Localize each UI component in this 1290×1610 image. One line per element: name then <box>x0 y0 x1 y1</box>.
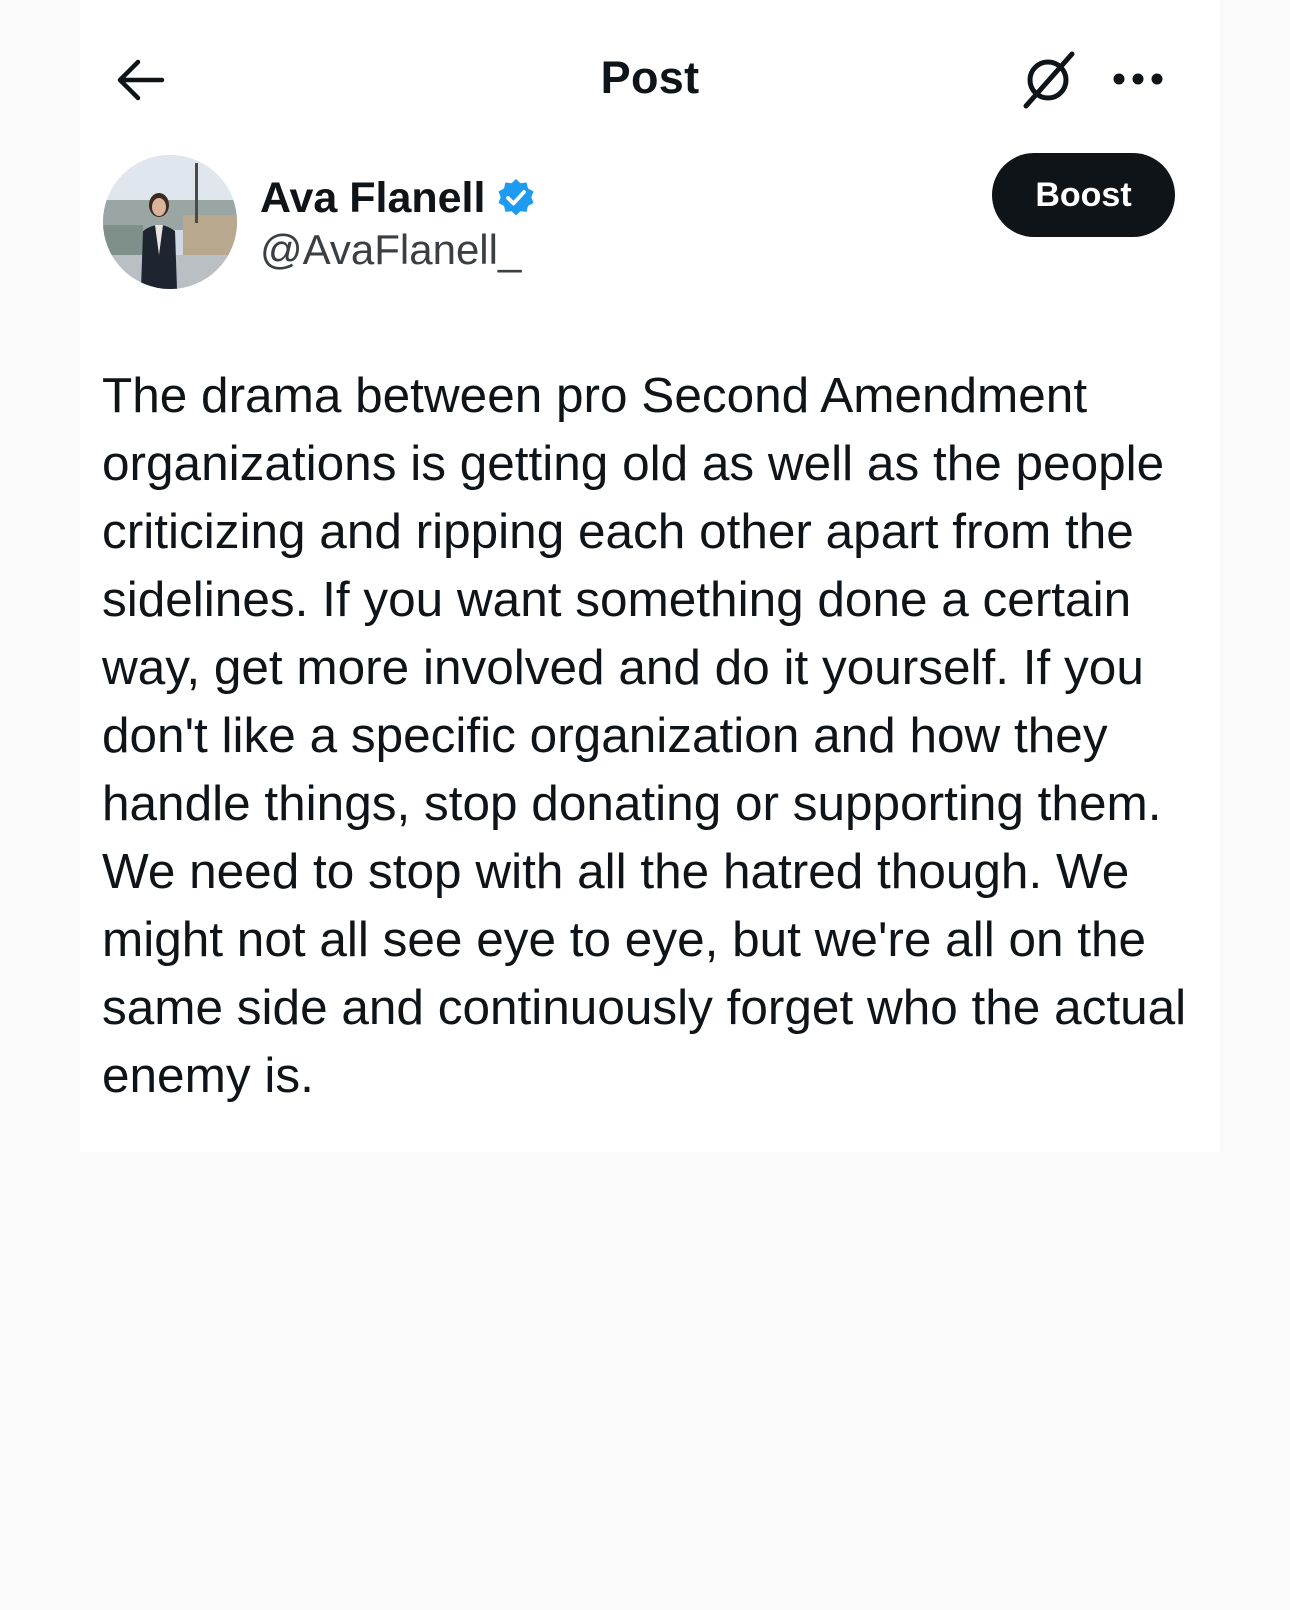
verified-badge-icon <box>498 179 534 216</box>
more-horizontal-icon <box>1113 73 1163 85</box>
boost-button[interactable]: Boost <box>992 153 1175 237</box>
grok-slash-icon <box>1023 51 1075 109</box>
more-options-button[interactable] <box>1100 56 1176 102</box>
post-text: The drama between pro Second Amendment o… <box>102 368 1187 1103</box>
profile-photo <box>103 155 237 289</box>
avatar[interactable] <box>103 155 237 289</box>
author-handle[interactable]: @AvaFlanell_ <box>260 226 521 274</box>
author-name-row: Ava Flanell <box>260 170 537 226</box>
grok-button[interactable] <box>1015 48 1081 112</box>
top-navigation-bar: Post <box>80 38 1220 120</box>
post-card: Post Ava Flanell @AvaFlanell_ Boost The … <box>80 0 1220 1152</box>
author-name[interactable]: Ava Flanell <box>260 174 485 223</box>
